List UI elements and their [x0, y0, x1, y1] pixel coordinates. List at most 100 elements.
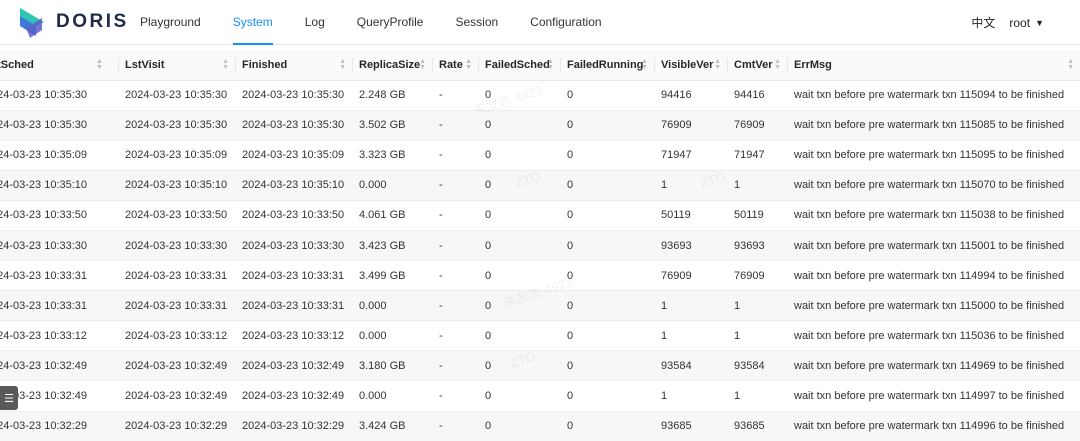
- table-cell: -: [432, 110, 478, 141]
- table-cell: 1: [727, 290, 787, 322]
- column-header-label: LstVisit: [125, 58, 165, 71]
- table-cell: 024-03-23 10:33:30: [0, 230, 118, 262]
- nav-queryprofile[interactable]: QueryProfile: [341, 0, 440, 45]
- table-cell: 93584: [654, 350, 727, 382]
- table-cell: 2024-03-23 10:33:50: [235, 200, 352, 231]
- doris-logo-icon: [20, 8, 44, 38]
- table-cell: wait txn before pre watermark txn 115038…: [787, 200, 1080, 231]
- table-row[interactable]: 024-03-23 10:35:30 2024-03-23 10:35:30 202…: [0, 80, 1080, 111]
- table-cell: wait txn before pre watermark txn 114996…: [787, 411, 1080, 441]
- table-cell: wait txn before pre watermark txn 115085…: [787, 110, 1080, 141]
- table-cell: 93693: [727, 230, 787, 262]
- tablet-table-container: stSched▲▼LstVisit▲▼Finished▲▼ReplicaSize…: [0, 50, 1080, 441]
- sort-icon[interactable]: ▲ ▼: [547, 58, 554, 71]
- table-cell: 50119: [654, 200, 727, 231]
- table-row[interactable]: 024-03-23 10:32:49 2024-03-23 10:32:49 202…: [0, 350, 1080, 382]
- column-header[interactable]: FailedRunning ▲ ▼: [560, 50, 654, 81]
- table-row[interactable]: 024-03-23 10:33:12 2024-03-23 10:33:12 202…: [0, 320, 1080, 352]
- table-cell: 3.323 GB: [352, 140, 432, 171]
- table-cell: 2024-03-23 10:33:31: [235, 260, 352, 292]
- table-cell: 2024-03-23 10:35:09: [118, 140, 235, 171]
- column-header-label: FailedRunning: [567, 58, 644, 71]
- table-cell: -: [432, 230, 478, 262]
- table-cell: 0.000: [352, 290, 432, 322]
- table-cell: wait txn before pre watermark txn 114969…: [787, 350, 1080, 382]
- table-cell: 76909: [654, 110, 727, 141]
- table-cell: 0: [560, 80, 654, 111]
- column-header[interactable]: VisibleVer ▲ ▼: [654, 50, 727, 81]
- table-cell: 0.000: [352, 170, 432, 201]
- sort-icon[interactable]: ▲ ▼: [465, 58, 472, 71]
- column-header[interactable]: LstVisit ▲ ▼: [118, 50, 235, 81]
- nav-log[interactable]: Log: [289, 0, 341, 45]
- table-cell: 2024-03-23 10:32:49: [118, 380, 235, 412]
- table-row[interactable]: 024-03-23 10:35:09 2024-03-23 10:35:09 202…: [0, 140, 1080, 171]
- table-row[interactable]: 024-03-23 10:32:29 2024-03-23 10:32:29 202…: [0, 411, 1080, 441]
- table-cell: 94416: [727, 80, 787, 111]
- table-row[interactable]: 024-03-23 10:33:31 2024-03-23 10:33:31 202…: [0, 290, 1080, 322]
- table-row[interactable]: 024-03-23 10:33:30 2024-03-23 10:33:30 202…: [0, 230, 1080, 262]
- column-header-label: ErrMsg: [794, 58, 832, 71]
- table-cell: 3.502 GB: [352, 110, 432, 141]
- column-header[interactable]: Rate ▲ ▼: [432, 50, 478, 81]
- table-row[interactable]: 024-03-23 10:33:50 2024-03-23 10:33:50 202…: [0, 200, 1080, 231]
- column-header[interactable]: CmtVer ▲ ▼: [727, 50, 787, 81]
- table-cell: 0: [478, 200, 560, 231]
- language-switch[interactable]: 中文: [971, 14, 995, 31]
- table-cell: 2024-03-23 10:35:30: [235, 80, 352, 111]
- caret-down-icon: ▼: [1035, 17, 1044, 28]
- table-cell: 71947: [654, 140, 727, 171]
- table-row[interactable]: 024-03-23 10:32:49 2024-03-23 10:32:49 202…: [0, 380, 1080, 412]
- user-menu[interactable]: root ▼: [1009, 16, 1044, 30]
- sort-icon[interactable]: ▲ ▼: [774, 58, 781, 71]
- sort-icon[interactable]: ▲ ▼: [641, 58, 648, 71]
- table-row[interactable]: 024-03-23 10:35:30 2024-03-23 10:35:30 202…: [0, 110, 1080, 141]
- nav-system[interactable]: System: [217, 0, 289, 45]
- table-cell: wait txn before pre watermark txn 115094…: [787, 80, 1080, 111]
- table-cell: 93693: [654, 230, 727, 262]
- table-cell: -: [432, 290, 478, 322]
- table-cell: 2024-03-23 10:33:30: [118, 230, 235, 262]
- nav-session[interactable]: Session: [439, 0, 514, 45]
- table-cell: 024-03-23 10:33:12: [0, 320, 118, 352]
- table-row[interactable]: 024-03-23 10:35:10 2024-03-23 10:35:10 202…: [0, 170, 1080, 201]
- table-header-row: stSched▲▼LstVisit▲▼Finished▲▼ReplicaSize…: [0, 50, 1080, 81]
- table-cell: 2024-03-23 10:32:49: [235, 380, 352, 412]
- table-cell: 2024-03-23 10:32:29: [118, 411, 235, 441]
- sort-icon[interactable]: ▲ ▼: [1067, 58, 1074, 71]
- top-navbar: DORIS Playground System Log QueryProfile…: [0, 0, 1080, 45]
- column-header-label: VisibleVer: [661, 58, 714, 71]
- table-cell: 2024-03-23 10:35:09: [235, 140, 352, 171]
- column-header[interactable]: ReplicaSize ▲ ▼: [352, 50, 432, 81]
- table-cell: 024-03-23 10:32:29: [0, 411, 118, 441]
- column-header[interactable]: FailedSched ▲ ▼: [478, 50, 560, 81]
- table-cell: 2024-03-23 10:33:12: [235, 320, 352, 352]
- table-cell: 50119: [727, 200, 787, 231]
- table-cell: wait txn before pre watermark txn 114997…: [787, 380, 1080, 412]
- table-cell: 71947: [727, 140, 787, 171]
- table-cell: 2024-03-23 10:32:29: [235, 411, 352, 441]
- nav-configuration[interactable]: Configuration: [514, 0, 617, 45]
- table-cell: 3.180 GB: [352, 350, 432, 382]
- table-cell: 0.000: [352, 320, 432, 352]
- table-cell: 2024-03-23 10:35:10: [118, 170, 235, 201]
- table-cell: -: [432, 411, 478, 441]
- table-row[interactable]: 024-03-23 10:33:31 2024-03-23 10:33:31 202…: [0, 260, 1080, 292]
- nav-playground[interactable]: Playground: [124, 0, 217, 45]
- sort-icon[interactable]: ▲ ▼: [339, 58, 346, 71]
- table-cell: wait txn before pre watermark txn 114994…: [787, 260, 1080, 292]
- sort-icon[interactable]: ▲ ▼: [222, 58, 229, 71]
- column-header-label: ReplicaSize: [359, 58, 421, 71]
- sort-icon[interactable]: ▲ ▼: [419, 58, 426, 71]
- table-cell: 1: [654, 170, 727, 201]
- table-cell: 0: [560, 320, 654, 352]
- column-header[interactable]: ErrMsg ▲ ▼: [787, 50, 1080, 81]
- sort-icon[interactable]: ▲ ▼: [714, 58, 721, 71]
- column-header[interactable]: Finished ▲ ▼: [235, 50, 352, 81]
- table-cell: 3.423 GB: [352, 230, 432, 262]
- table-body: 024-03-23 10:35:30 2024-03-23 10:35:30 202…: [0, 80, 1080, 441]
- menu-toggle-icon[interactable]: ☰: [0, 386, 18, 410]
- table-cell: 024-03-23 10:33:31: [0, 260, 118, 292]
- table-cell: 0: [478, 290, 560, 322]
- column-header[interactable]: stSched▲▼: [0, 50, 118, 81]
